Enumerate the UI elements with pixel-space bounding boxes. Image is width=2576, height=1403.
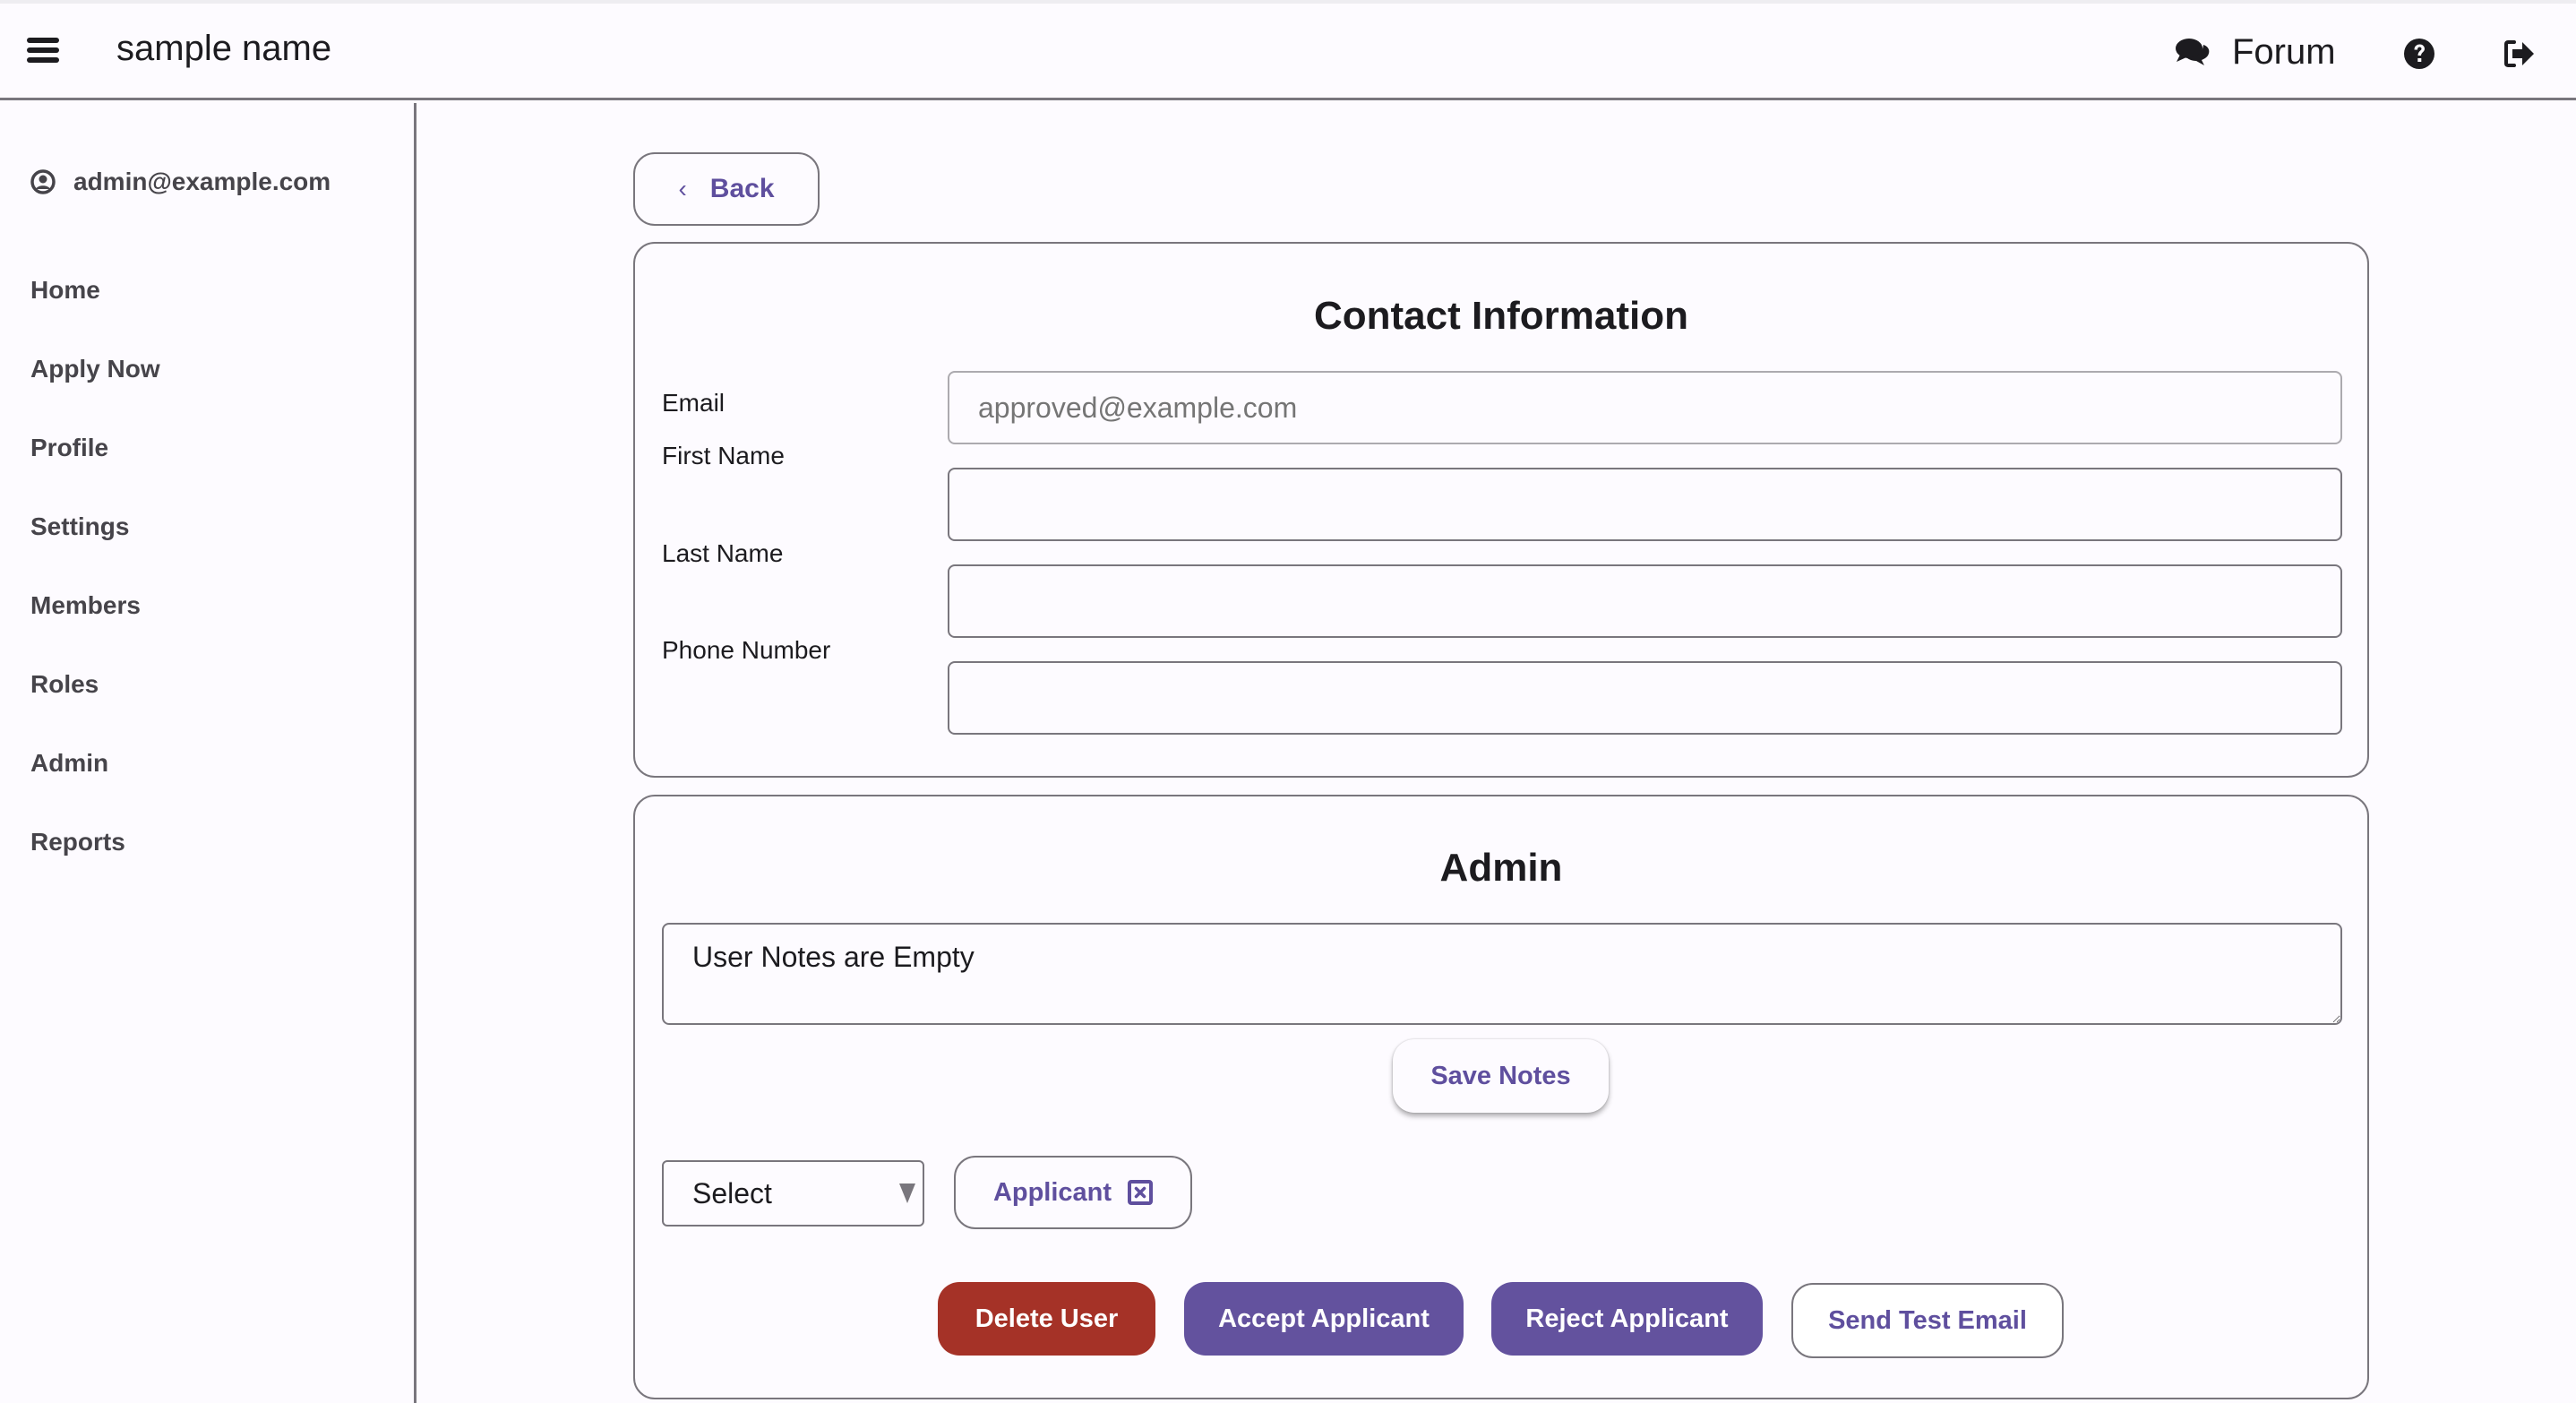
user-email: admin@example.com [73, 168, 331, 195]
sidebar-item-apply-now[interactable]: Apply Now [30, 355, 160, 383]
role-select[interactable]: Select [662, 1160, 924, 1227]
sidebar-item-profile[interactable]: Profile [30, 434, 108, 462]
sidebar-item-members[interactable]: Members [30, 591, 141, 620]
sidebar-item-reports[interactable]: Reports [30, 828, 125, 856]
sidebar: admin@example.com Home Apply Now Profile… [0, 103, 416, 1403]
remove-square-icon[interactable] [1128, 1180, 1154, 1205]
reject-applicant-button[interactable]: Reject Applicant [1491, 1282, 1763, 1356]
last-name-field[interactable] [948, 564, 2342, 638]
user-account: admin@example.com [30, 168, 331, 196]
comments-icon [2176, 39, 2210, 65]
email-label: Email [662, 389, 726, 417]
hamburger-menu-icon[interactable] [27, 38, 59, 65]
back-label: Back [709, 174, 775, 203]
phone-number-label: Phone Number [662, 636, 831, 664]
sidebar-item-settings[interactable]: Settings [30, 512, 129, 541]
email-field[interactable] [948, 371, 2342, 444]
accept-applicant-button[interactable]: Accept Applicant [1184, 1282, 1464, 1356]
first-name-field[interactable] [948, 468, 2342, 541]
sidebar-item-home[interactable]: Home [30, 276, 100, 305]
delete-user-button[interactable]: Delete User [938, 1282, 1155, 1356]
app-title: sample name [116, 29, 332, 68]
last-name-label: Last Name [662, 539, 784, 567]
role-select-value: Select [692, 1176, 772, 1209]
save-notes-button[interactable]: Save Notes [1393, 1039, 1609, 1113]
user-circle-icon [30, 169, 56, 194]
caret-down-icon [899, 1184, 915, 1203]
app-header: sample name Forum [0, 4, 2576, 100]
send-test-email-button[interactable]: Send Test Email [1791, 1283, 2064, 1358]
sidebar-item-admin[interactable]: Admin [30, 749, 108, 778]
admin-title: Admin [1439, 846, 1563, 890]
contact-information-card: Contact Information Email First Name Las… [633, 242, 2369, 778]
first-name-label: First Name [662, 442, 785, 469]
applicant-role-chip[interactable]: Applicant [954, 1156, 1192, 1229]
question-circle-icon[interactable] [2403, 38, 2435, 70]
forum-label: Forum [2232, 31, 2336, 72]
chevron-left-icon: ‹ [678, 175, 687, 202]
phone-number-field[interactable] [948, 661, 2342, 735]
applicant-role-label: Applicant [992, 1177, 1112, 1207]
user-notes-textarea[interactable]: User Notes are Empty [662, 923, 2342, 1025]
admin-card: Admin User Notes are Empty Save Notes Se… [633, 795, 2369, 1399]
sidebar-item-roles[interactable]: Roles [30, 670, 99, 699]
forum-link[interactable]: Forum [2175, 27, 2336, 77]
back-button[interactable]: ‹ Back [633, 152, 820, 226]
contact-information-title: Contact Information [1314, 294, 1688, 338]
sign-out-icon[interactable] [2503, 39, 2536, 68]
